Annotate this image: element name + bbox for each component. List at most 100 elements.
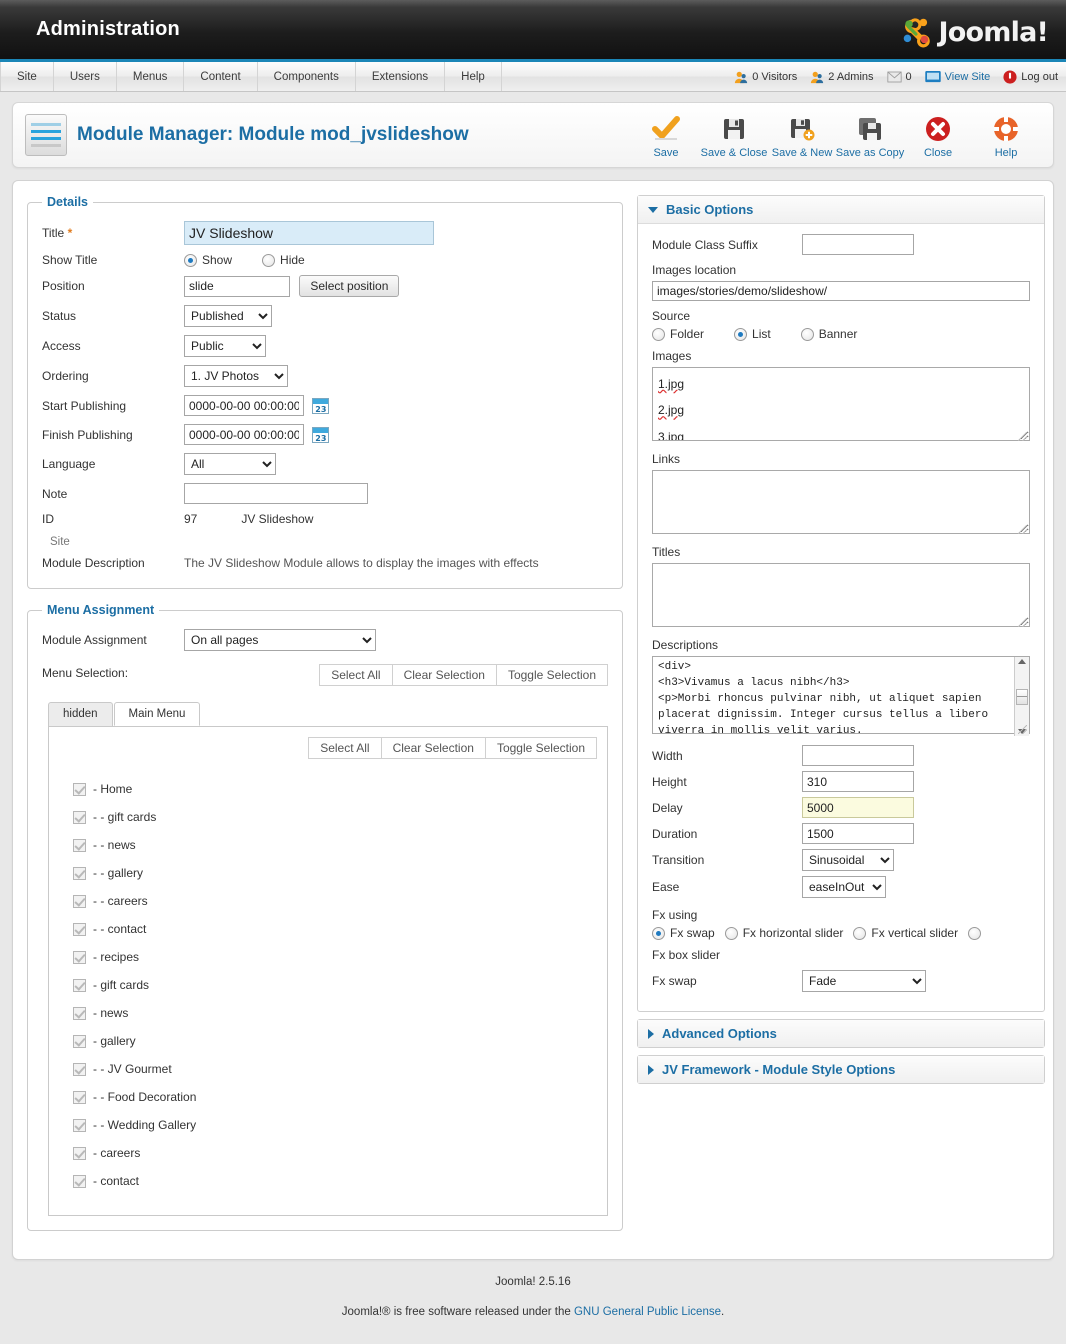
source-option-banner[interactable]: Banner	[800, 327, 857, 341]
list-item[interactable]: - Home	[73, 775, 597, 803]
menu-item-checkbox[interactable]	[73, 1034, 86, 1048]
menu-item-checkbox[interactable]	[73, 1006, 86, 1020]
radio-fx-box-icon[interactable]	[968, 926, 982, 940]
radio-banner-icon[interactable]	[800, 327, 814, 341]
menu-item-checkbox[interactable]	[73, 1174, 86, 1188]
source-option-folder[interactable]: Folder	[652, 327, 704, 341]
menu-item-checkbox[interactable]	[73, 1062, 86, 1076]
advanced-options-header[interactable]: Advanced Options	[638, 1020, 1044, 1047]
save-and-new-button[interactable]: Save & New	[769, 111, 835, 159]
tab-hidden[interactable]: hidden	[48, 702, 113, 726]
radio-fx-horizontal-icon[interactable]	[724, 926, 738, 940]
ordering-select[interactable]: 1. JV Photos	[184, 365, 288, 387]
select-position-button[interactable]: Select position	[299, 275, 400, 297]
show-title-option-hide[interactable]: Hide	[262, 253, 305, 267]
messages-status[interactable]: 0	[886, 71, 912, 83]
visitors-status[interactable]: 0 Visitors	[734, 70, 797, 84]
access-select[interactable]: Public	[184, 335, 266, 357]
show-title-option-show[interactable]: Show	[184, 253, 232, 267]
images-textarea[interactable]: 1.jpg 2.jpg 3.jpg	[652, 367, 1030, 441]
descriptions-scrollbar[interactable]	[1014, 657, 1029, 736]
toggle-selection-button-top[interactable]: Toggle Selection	[495, 664, 608, 686]
duration-input[interactable]	[802, 823, 914, 844]
menu-item-checkbox[interactable]	[73, 1118, 86, 1132]
admins-status[interactable]: 2 Admins	[810, 70, 874, 84]
list-item[interactable]: - careers	[73, 1139, 597, 1167]
radio-folder-icon[interactable]	[652, 327, 665, 341]
radio-list-icon[interactable]	[734, 327, 748, 341]
menu-help[interactable]: Help	[445, 62, 502, 91]
list-item[interactable]: - - careers	[73, 887, 597, 915]
list-item[interactable]: - news	[73, 999, 597, 1027]
note-input[interactable]	[184, 483, 368, 504]
list-item[interactable]: - - news	[73, 831, 597, 859]
menu-item-checkbox[interactable]	[73, 838, 86, 852]
fx-option-horizontal[interactable]: Fx horizontal slider	[724, 926, 843, 940]
gpl-link[interactable]: GNU General Public License	[574, 1306, 721, 1318]
menu-site[interactable]: Site	[0, 62, 54, 91]
images-location-input[interactable]	[652, 281, 1030, 301]
status-select[interactable]: Published	[184, 305, 272, 327]
menu-item-checkbox[interactable]	[73, 866, 86, 880]
calendar-icon[interactable]	[312, 398, 330, 415]
menu-item-checkbox[interactable]	[73, 1146, 86, 1160]
list-item[interactable]: - - Wedding Gallery	[73, 1111, 597, 1139]
language-select[interactable]: All	[184, 453, 276, 475]
transition-select[interactable]: Sinusoidal	[802, 849, 894, 871]
save-and-close-button[interactable]: Save & Close	[701, 111, 767, 159]
menu-item-checkbox[interactable]	[73, 978, 86, 992]
help-button[interactable]: Help	[973, 111, 1039, 159]
calendar-icon-finish[interactable]	[312, 427, 330, 444]
select-all-button-inner[interactable]: Select All	[308, 737, 381, 759]
list-item[interactable]: - recipes	[73, 943, 597, 971]
list-item[interactable]: - - Food Decoration	[73, 1083, 597, 1111]
height-input[interactable]	[802, 771, 914, 792]
module-class-suffix-input[interactable]	[802, 234, 914, 255]
select-all-button-top[interactable]: Select All	[319, 664, 392, 686]
links-textarea[interactable]	[652, 470, 1030, 534]
menu-extensions[interactable]: Extensions	[356, 62, 446, 91]
menu-menus[interactable]: Menus	[117, 62, 185, 91]
source-option-list[interactable]: List	[734, 327, 771, 341]
fx-option-swap[interactable]: Fx swap	[652, 926, 715, 940]
finish-publishing-input[interactable]	[184, 424, 304, 445]
radio-hide-icon[interactable]	[262, 253, 276, 267]
close-button[interactable]: Close	[905, 111, 971, 159]
save-as-copy-button[interactable]: Save as Copy	[836, 111, 904, 159]
menu-components[interactable]: Components	[258, 62, 356, 91]
menu-item-checkbox[interactable]	[73, 1090, 86, 1104]
menu-item-checkbox[interactable]	[73, 950, 86, 964]
clear-selection-button-inner[interactable]: Clear Selection	[380, 737, 485, 759]
module-assignment-select[interactable]: On all pages	[184, 629, 376, 651]
list-item[interactable]: - - contact	[73, 915, 597, 943]
position-input[interactable]	[184, 275, 290, 297]
list-item[interactable]: - - JV Gourmet	[73, 1055, 597, 1083]
radio-show-icon[interactable]	[184, 253, 197, 267]
view-site-link[interactable]: View Site	[924, 70, 990, 83]
menu-users[interactable]: Users	[54, 62, 117, 91]
titles-textarea[interactable]	[652, 563, 1030, 627]
title-input[interactable]	[184, 221, 434, 245]
basic-options-header[interactable]: Basic Options	[638, 196, 1044, 224]
clear-selection-button-top[interactable]: Clear Selection	[391, 664, 496, 686]
ease-select[interactable]: easeInOut	[802, 876, 886, 898]
toggle-selection-button-inner[interactable]: Toggle Selection	[484, 737, 597, 759]
fx-option-vertical[interactable]: Fx vertical slider	[853, 926, 958, 940]
delay-input[interactable]	[802, 797, 914, 818]
menu-item-checkbox[interactable]	[73, 782, 86, 796]
scroll-down-icon[interactable]	[1018, 729, 1026, 734]
list-item[interactable]: - - gallery	[73, 859, 597, 887]
scroll-thumb[interactable]	[1016, 688, 1028, 705]
width-input[interactable]	[802, 745, 914, 766]
menu-item-checkbox[interactable]	[73, 922, 86, 936]
tab-main-menu[interactable]: Main Menu	[113, 702, 201, 726]
menu-content[interactable]: Content	[184, 62, 258, 91]
descriptions-textarea[interactable]: <div> <h3>Vivamus a lacus nibh</h3> <p>M…	[652, 656, 1030, 734]
menu-item-checkbox[interactable]	[73, 894, 86, 908]
save-button[interactable]: Save	[633, 111, 699, 159]
radio-fx-vertical-icon[interactable]	[853, 926, 867, 940]
list-item[interactable]: - - gift cards	[73, 803, 597, 831]
fx-swap-select[interactable]: Fade	[802, 970, 926, 992]
list-item[interactable]: - contact	[73, 1167, 597, 1195]
menu-item-checkbox[interactable]	[73, 810, 86, 824]
